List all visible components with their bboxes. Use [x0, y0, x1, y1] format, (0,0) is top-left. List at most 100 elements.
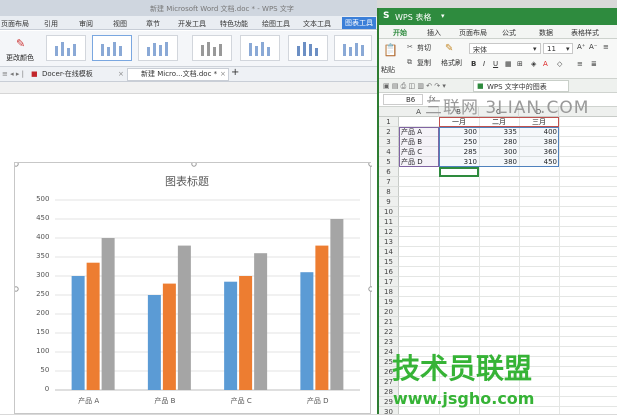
row-header[interactable]: 5: [379, 157, 399, 167]
fill-color-icon[interactable]: ◈: [531, 60, 536, 68]
row-header[interactable]: 22: [379, 327, 399, 337]
quick-access-icons[interactable]: ▣ ▤ ⎙ ◫ ▥ ↶ ↷ ▾: [383, 82, 446, 91]
row-header[interactable]: 7: [379, 177, 399, 187]
bar[interactable]: [254, 253, 268, 390]
row-header[interactable]: 17: [379, 277, 399, 287]
chart-style-thumb[interactable]: [288, 35, 328, 61]
doc-tab-chart[interactable]: ■ WPS 文字中的图表: [473, 80, 569, 92]
name-box[interactable]: B6: [383, 94, 423, 105]
close-icon[interactable]: ×: [220, 69, 226, 80]
italic-icon[interactable]: I: [483, 60, 485, 68]
resize-handle[interactable]: [368, 286, 372, 292]
close-icon[interactable]: ×: [118, 69, 124, 80]
tab-review[interactable]: 审阅: [79, 19, 93, 29]
resize-handle[interactable]: [191, 163, 197, 167]
row-header[interactable]: 12: [379, 227, 399, 237]
grow-font-icon[interactable]: A⁺: [577, 43, 585, 51]
tab-text-tools[interactable]: 文本工具: [303, 19, 331, 29]
chevron-down-icon[interactable]: ▾: [441, 12, 445, 20]
menu-page-layout[interactable]: 页面布局: [459, 28, 487, 38]
bar[interactable]: [300, 272, 314, 390]
bold-icon[interactable]: B: [471, 60, 476, 68]
menu-home[interactable]: 开始: [393, 28, 407, 38]
brush-icon[interactable]: ✎: [445, 43, 453, 54]
tab-developer[interactable]: 开发工具: [178, 19, 206, 29]
menu-insert[interactable]: 插入: [427, 28, 441, 38]
tab-drawing-tools[interactable]: 绘图工具: [262, 19, 290, 29]
paste-icon[interactable]: 📋: [383, 43, 398, 57]
row-header[interactable]: 21: [379, 317, 399, 327]
chart-style-thumb[interactable]: [92, 35, 132, 61]
underline-icon[interactable]: U: [493, 60, 498, 68]
menu-formula[interactable]: 公式: [502, 28, 516, 38]
chart-style-thumb[interactable]: [192, 35, 232, 61]
font-color-icon[interactable]: A: [543, 60, 548, 68]
doc-tab-docer[interactable]: Docer-在线模板: [42, 69, 93, 80]
copy-button[interactable]: 复制: [417, 58, 431, 68]
row-header[interactable]: 4: [379, 147, 399, 157]
cell[interactable]: [401, 117, 437, 127]
chart-style-thumb[interactable]: [46, 35, 86, 61]
row-header[interactable]: 1: [379, 117, 399, 127]
align-left-icon[interactable]: ≡: [603, 43, 609, 51]
active-cell[interactable]: [439, 167, 479, 177]
menu-table-style[interactable]: 表格样式: [571, 28, 599, 38]
bar[interactable]: [71, 276, 85, 390]
tab-references[interactable]: 引用: [44, 19, 58, 29]
scissors-icon[interactable]: ✂: [407, 43, 413, 51]
row-header[interactable]: 10: [379, 207, 399, 217]
menu-data[interactable]: 数据: [539, 28, 553, 38]
bar[interactable]: [330, 219, 344, 390]
doc-tab-current[interactable]: 新建 Micro...文档.doc *: [141, 69, 217, 80]
chart-area[interactable]: 图表标题 0 50 100 150 200 250 300 350 400 450 500 产品 A 产…: [14, 162, 372, 414]
row-header[interactable]: 11: [379, 217, 399, 227]
font-size-select[interactable]: 11 ▾: [543, 43, 573, 54]
row-header[interactable]: 3: [379, 137, 399, 147]
row-header[interactable]: 15: [379, 257, 399, 267]
row-header[interactable]: 18: [379, 287, 399, 297]
tab-section[interactable]: 章节: [146, 19, 160, 29]
chart-style-thumb[interactable]: [138, 35, 178, 61]
chart-title[interactable]: 图表标题: [165, 173, 209, 189]
tab-page-layout[interactable]: 页面布局: [1, 19, 29, 29]
bar[interactable]: [239, 276, 253, 390]
resize-handle[interactable]: [368, 163, 372, 167]
row-header[interactable]: 23: [379, 337, 399, 347]
bar[interactable]: [162, 283, 176, 390]
nav-arrows-icon[interactable]: ≡ ◂ ▸ |: [2, 69, 24, 80]
chart-style-thumb[interactable]: [334, 35, 372, 61]
cut-button[interactable]: 剪切: [417, 43, 431, 53]
row-header[interactable]: 30: [379, 407, 399, 414]
row-header[interactable]: 20: [379, 307, 399, 317]
bar[interactable]: [315, 245, 329, 390]
border-icon[interactable]: ▦: [505, 60, 512, 68]
bar[interactable]: [177, 245, 191, 390]
tab-chart-tools[interactable]: 图表工具: [342, 17, 376, 29]
add-tab-button[interactable]: +: [231, 67, 239, 78]
tab-features[interactable]: 特色功能: [220, 19, 248, 29]
bar[interactable]: [101, 238, 115, 390]
resize-handle[interactable]: [15, 163, 19, 167]
bar[interactable]: [147, 295, 161, 390]
clear-icon[interactable]: ◇: [557, 60, 562, 68]
tab-view[interactable]: 视图: [113, 19, 127, 29]
row-header[interactable]: 14: [379, 247, 399, 257]
change-color-button[interactable]: 更改颜色: [6, 53, 34, 63]
row-header[interactable]: 9: [379, 197, 399, 207]
paste-button[interactable]: 粘贴: [381, 65, 395, 75]
palette-icon[interactable]: ✎: [16, 37, 25, 50]
row-header[interactable]: 8: [379, 187, 399, 197]
bar[interactable]: [224, 281, 238, 390]
row-header[interactable]: 19: [379, 297, 399, 307]
align-right-icon[interactable]: ≣: [591, 60, 597, 68]
format-painter-button[interactable]: 格式刷: [441, 58, 462, 68]
row-header[interactable]: 13: [379, 237, 399, 247]
copy-icon[interactable]: ⧉: [407, 58, 412, 67]
row-header[interactable]: 16: [379, 267, 399, 277]
font-select[interactable]: 宋体 ▾: [469, 43, 541, 54]
chart-style-thumb[interactable]: [240, 35, 280, 61]
align-center-icon[interactable]: ≡: [577, 60, 583, 68]
resize-handle[interactable]: [15, 286, 19, 292]
cell-style-icon[interactable]: ⊞: [517, 60, 523, 68]
row-header[interactable]: 6: [379, 167, 399, 177]
